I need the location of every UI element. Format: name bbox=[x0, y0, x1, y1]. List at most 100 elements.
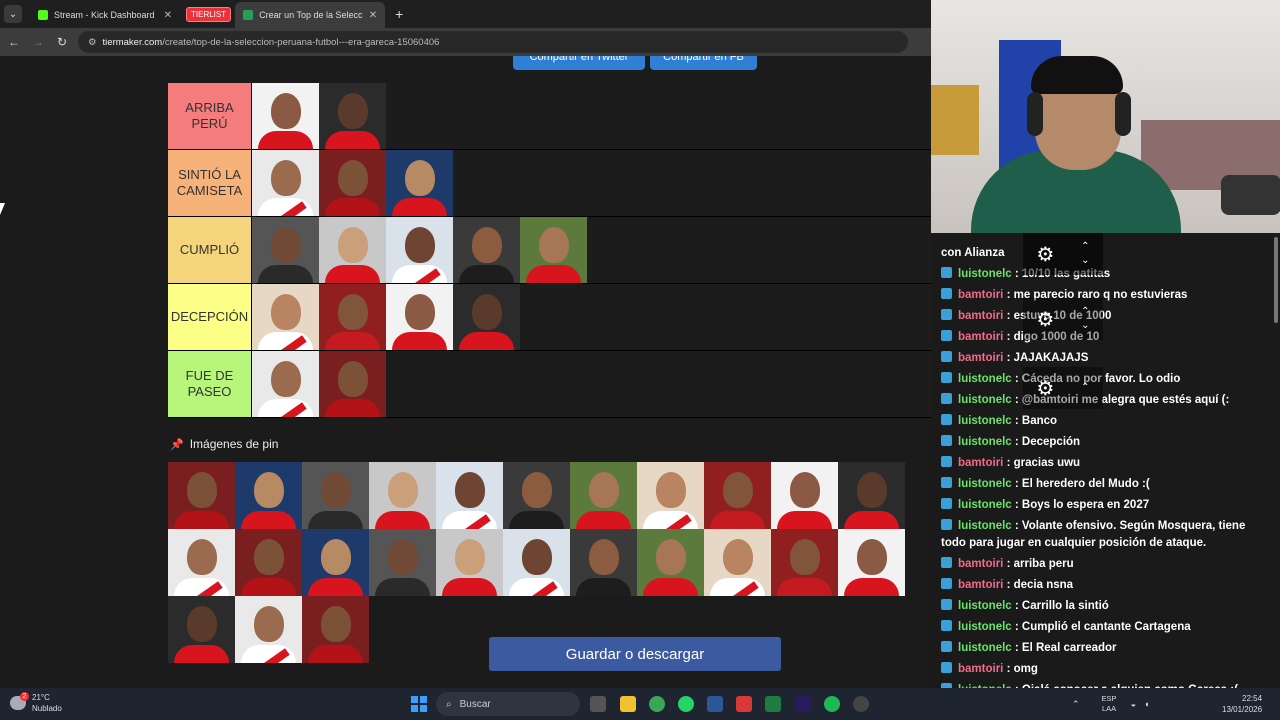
chevron-down-icon[interactable]: ⌄ bbox=[1081, 319, 1089, 333]
tab-tiermaker[interactable]: Crear un Top de la Selección Pe ✕ bbox=[235, 2, 386, 28]
tier-items[interactable] bbox=[252, 150, 931, 216]
player-card[interactable] bbox=[436, 529, 503, 596]
chat-username[interactable]: luistonelc bbox=[958, 373, 1012, 385]
whatsapp-icon[interactable] bbox=[678, 696, 694, 712]
player-card[interactable] bbox=[168, 462, 235, 529]
pdf-reader-icon[interactable] bbox=[736, 696, 752, 712]
player-card[interactable] bbox=[570, 462, 637, 529]
player-card[interactable] bbox=[453, 284, 520, 350]
player-card[interactable] bbox=[319, 284, 386, 350]
tier-items[interactable] bbox=[252, 83, 931, 149]
back-arrow-icon[interactable]: ← bbox=[2, 35, 26, 49]
tier-label[interactable]: FUE DE PASEO bbox=[168, 351, 252, 417]
player-card[interactable] bbox=[369, 462, 436, 529]
chat-username[interactable]: luistonelc bbox=[958, 621, 1012, 633]
chat-username[interactable]: luistonelc bbox=[958, 436, 1012, 448]
player-card[interactable] bbox=[252, 150, 319, 216]
weather-widget[interactable]: 2 21°C Nublado bbox=[10, 692, 62, 714]
chat-username[interactable]: luistonelc bbox=[958, 499, 1012, 511]
gear-icon[interactable]: ⚙ bbox=[1036, 307, 1054, 332]
forward-arrow-icon[interactable]: → bbox=[26, 35, 50, 49]
player-card[interactable] bbox=[319, 351, 386, 417]
chat-username[interactable]: bamtoiri bbox=[958, 289, 1003, 301]
player-card[interactable] bbox=[319, 150, 386, 216]
player-card[interactable] bbox=[386, 150, 453, 216]
tier-items[interactable] bbox=[252, 284, 931, 350]
player-card[interactable] bbox=[235, 462, 302, 529]
player-card[interactable] bbox=[520, 217, 587, 283]
player-card[interactable] bbox=[168, 529, 235, 596]
windows-start-icon[interactable] bbox=[411, 696, 427, 712]
tier-label[interactable]: CUMPLIÓ bbox=[168, 217, 252, 283]
player-card[interactable] bbox=[369, 529, 436, 596]
chat-username[interactable]: bamtoiri bbox=[958, 331, 1003, 343]
premiere-icon[interactable] bbox=[795, 696, 811, 712]
chevron-up-icon[interactable]: ⌃ bbox=[1081, 240, 1089, 254]
chrome-icon[interactable] bbox=[649, 696, 665, 712]
player-card[interactable] bbox=[453, 217, 520, 283]
player-card[interactable] bbox=[704, 462, 771, 529]
tab-search-menu-icon[interactable]: ⌄ bbox=[4, 5, 22, 23]
chat-username[interactable]: luistonelc bbox=[958, 394, 1012, 406]
chat-username[interactable]: bamtoiri bbox=[958, 558, 1003, 570]
player-card[interactable] bbox=[771, 462, 838, 529]
player-card[interactable] bbox=[838, 462, 905, 529]
address-bar[interactable]: ⚙ tiermaker.com/create/top-de-la-selecci… bbox=[78, 31, 908, 53]
taskbar-search[interactable]: ⌕ Buscar bbox=[436, 692, 580, 716]
chat-username[interactable]: luistonelc bbox=[958, 415, 1012, 427]
tier-label[interactable]: ARRIBA PERÚ bbox=[168, 83, 252, 149]
chat-username[interactable]: luistonelc bbox=[958, 642, 1012, 654]
player-card[interactable] bbox=[252, 284, 319, 350]
spotify-icon[interactable] bbox=[824, 696, 840, 712]
tier-label[interactable]: DECEPCIÓN bbox=[168, 284, 252, 350]
player-card[interactable] bbox=[252, 217, 319, 283]
gear-icon[interactable]: ⚙ bbox=[1036, 242, 1054, 267]
chat-username[interactable]: bamtoiri bbox=[958, 663, 1003, 675]
chevron-up-icon[interactable]: ⌃ bbox=[1081, 381, 1089, 395]
player-card[interactable] bbox=[319, 83, 386, 149]
player-card[interactable] bbox=[235, 596, 302, 663]
close-tab-icon[interactable]: ✕ bbox=[369, 10, 377, 21]
overlay-control[interactable]: ⚙ ⌃ bbox=[1023, 367, 1103, 409]
player-card[interactable] bbox=[386, 284, 453, 350]
player-card[interactable] bbox=[570, 529, 637, 596]
excel-icon[interactable] bbox=[765, 696, 781, 712]
task-view-icon[interactable] bbox=[590, 696, 606, 712]
chat-username[interactable]: bamtoiri bbox=[958, 352, 1003, 364]
player-card[interactable] bbox=[436, 462, 503, 529]
player-card[interactable] bbox=[838, 529, 905, 596]
new-tab-button[interactable]: + bbox=[395, 6, 403, 22]
overlay-control[interactable]: ⚙ ⌃ ⌄ bbox=[1023, 233, 1103, 275]
gear-icon[interactable]: ⚙ bbox=[1036, 376, 1054, 401]
chevron-down-icon[interactable]: ⌄ bbox=[1081, 254, 1089, 268]
chat-username[interactable]: luistonelc bbox=[958, 478, 1012, 490]
player-card[interactable] bbox=[302, 596, 369, 663]
tier-items[interactable] bbox=[252, 217, 931, 283]
overlay-control[interactable]: ⚙ ⌃ ⌄ bbox=[1023, 298, 1103, 340]
player-card[interactable] bbox=[319, 217, 386, 283]
player-card[interactable] bbox=[386, 217, 453, 283]
chat-username[interactable]: bamtoiri bbox=[958, 457, 1003, 469]
word-icon[interactable] bbox=[707, 696, 723, 712]
share-twitter-button[interactable]: Compartir en Twitter bbox=[513, 56, 645, 70]
close-tab-icon[interactable]: ✕ bbox=[164, 10, 172, 21]
player-card[interactable] bbox=[168, 596, 235, 663]
player-card[interactable] bbox=[503, 462, 570, 529]
player-card[interactable] bbox=[771, 529, 838, 596]
player-card[interactable] bbox=[637, 462, 704, 529]
volume-icon[interactable]: ◖ bbox=[1144, 699, 1149, 709]
player-card[interactable] bbox=[235, 529, 302, 596]
chevron-up-icon[interactable]: ⌃ bbox=[1072, 699, 1080, 710]
chat-username[interactable]: luistonelc bbox=[958, 600, 1012, 612]
player-card[interactable] bbox=[302, 462, 369, 529]
tab-group-tierlist[interactable]: TIERLIST bbox=[186, 6, 232, 22]
player-card[interactable] bbox=[704, 529, 771, 596]
chevron-up-icon[interactable]: ⌃ bbox=[1081, 305, 1089, 319]
taskbar-clock[interactable]: 22:54 13/01/2026 bbox=[1222, 693, 1262, 715]
chat-username[interactable]: luistonelc bbox=[958, 268, 1012, 280]
player-card[interactable] bbox=[637, 529, 704, 596]
chat-username[interactable]: bamtoiri bbox=[958, 310, 1003, 322]
player-card[interactable] bbox=[252, 351, 319, 417]
chat-scrollbar[interactable] bbox=[1274, 237, 1278, 323]
share-fb-button[interactable]: Compartir en FB bbox=[650, 56, 757, 70]
